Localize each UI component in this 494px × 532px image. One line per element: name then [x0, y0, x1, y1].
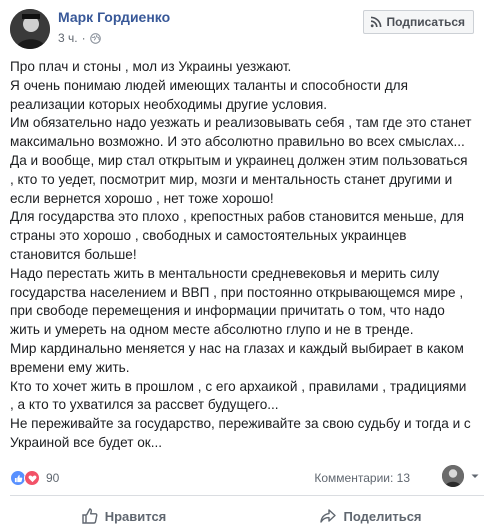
- post-paragraph: Мир кардинально меняется у нас на глазах…: [10, 340, 464, 375]
- share-arrow-icon: [320, 509, 337, 523]
- share-label: Поделиться: [343, 508, 422, 524]
- author-name[interactable]: Марк Гордиенко: [58, 9, 170, 25]
- subscribe-button[interactable]: Подписаться: [362, 10, 474, 34]
- post-paragraph: Надо перестать жить в ментальности средн…: [10, 265, 464, 338]
- post-paragraph: Я очень понимаю людей имеющих таланты и …: [10, 77, 408, 112]
- post-paragraph: Для государства это плохо , крепостных р…: [10, 209, 464, 262]
- like-button[interactable]: Нравится: [0, 500, 247, 532]
- post-paragraph: Про плач и стоны , мол из Украины уезжаю…: [10, 59, 292, 74]
- actions-divider: [10, 495, 484, 496]
- globe-icon: [89, 32, 101, 44]
- post-meta: 3 ч. ·: [58, 31, 101, 45]
- post-header: Марк Гордиенко 3 ч. · Подписаться: [0, 0, 494, 56]
- rss-icon: [370, 16, 381, 28]
- share-button[interactable]: Поделиться: [247, 500, 494, 532]
- viewer-avatar[interactable]: [442, 465, 464, 487]
- comments-count[interactable]: Комментарии: 13: [314, 471, 410, 485]
- reaction-count: 90: [46, 471, 60, 485]
- post-paragraph: Им обязательно надо уезжать и реализовыв…: [10, 115, 472, 150]
- post-paragraph: Не переживайте за государство, переживай…: [10, 416, 471, 450]
- author-avatar[interactable]: [10, 9, 50, 49]
- post-actions: Нравится Поделиться: [0, 500, 494, 532]
- subscribe-label: Подписаться: [386, 15, 465, 29]
- love-reaction-icon: [24, 470, 40, 486]
- post-paragraph: Да и вообще, мир стал открытым и украине…: [10, 152, 468, 206]
- post-time[interactable]: 3 ч.: [58, 31, 78, 45]
- like-label: Нравится: [104, 508, 167, 524]
- caret-down-icon[interactable]: [470, 471, 480, 481]
- post-paragraph: Кто то хочет жить в прошлом , с его арха…: [10, 378, 467, 413]
- post-text: Про плач и стоны , мол из Украины уезжаю…: [10, 58, 484, 453]
- thumbs-up-icon: [82, 508, 98, 524]
- reactions-summary[interactable]: 90: [10, 470, 59, 486]
